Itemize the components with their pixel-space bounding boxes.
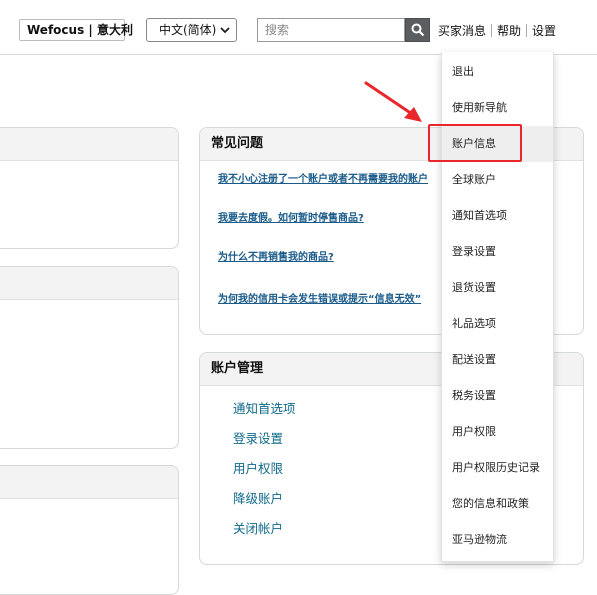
divider [526,24,528,37]
panel-header [0,466,178,499]
menu-item-notification-preferences[interactable]: 通知首选项 [442,198,553,234]
top-links: 买家消息 帮助 设置 [438,22,556,39]
left-panel-3 [0,465,179,595]
help-link[interactable]: 帮助 [497,22,521,39]
left-panel-1 [0,127,179,249]
language-select[interactable]: 中文(简体) [146,18,237,42]
menu-item-fba[interactable]: 亚马逊物流 [442,522,553,558]
menu-item-global-accounts[interactable]: 全球账户 [442,162,553,198]
top-bar: Wefocus | 意大利 中文(简体) 买家消息帮助设置 [0,0,597,55]
chevron-down-icon [220,27,230,34]
buyer-messages-link[interactable]: 买家消息 [438,22,486,39]
divider [491,24,493,37]
menu-item-gift-options[interactable]: 礼品选项 [442,306,553,342]
menu-item-user-permissions[interactable]: 用户权限 [442,414,553,450]
menu-item-return-settings[interactable]: 退货设置 [442,270,553,306]
seller-account-switcher[interactable]: Wefocus | 意大利 [19,19,133,41]
menu-item-user-permissions-history[interactable]: 用户权限历史记录 [442,450,553,486]
menu-item-shipping-settings[interactable]: 配送设置 [442,342,553,378]
panel-header [0,267,178,300]
left-panel-2 [0,266,179,449]
search-input[interactable] [257,18,405,42]
language-select-value: 中文(简体) [159,23,217,37]
settings-link[interactable]: 设置 [532,22,556,39]
annotation-arrow-icon [364,81,422,122]
menu-item-logout[interactable]: 退出 [442,54,553,90]
search-icon [411,23,425,37]
menu-item-login-settings[interactable]: 登录设置 [442,234,553,270]
search-button[interactable] [405,18,430,42]
menu-item-new-navigation[interactable]: 使用新导航 [442,90,553,126]
menu-item-tax-settings[interactable]: 税务设置 [442,378,553,414]
panel-header [0,128,178,161]
annotation-highlight-box [428,124,522,162]
menu-item-your-info-and-policies[interactable]: 您的信息和政策 [442,486,553,522]
